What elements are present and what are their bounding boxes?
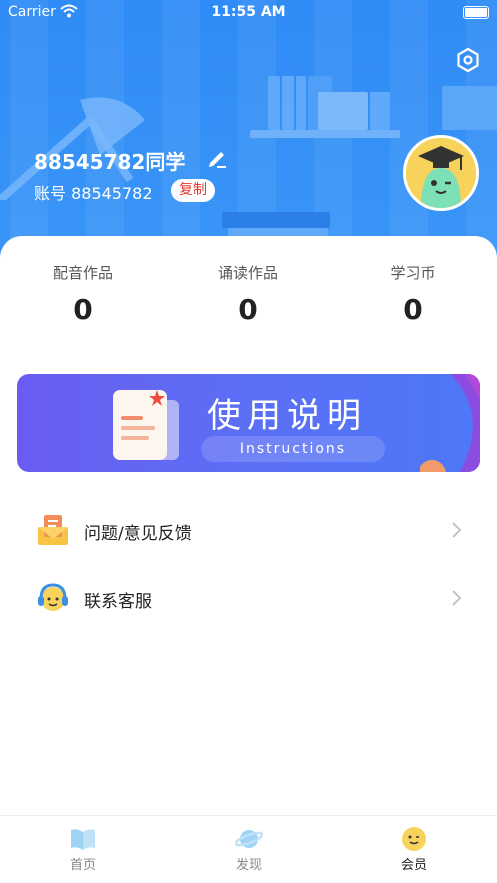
book-icon: [71, 829, 95, 850]
chevron-right-icon: [452, 590, 462, 606]
stat-value: 0: [73, 293, 93, 326]
instructions-banner[interactable]: 使用说明 Instructions: [17, 374, 480, 472]
menu-item-feedback[interactable]: 问题/意见反馈: [0, 500, 497, 560]
stat-label: 诵读作品: [217, 264, 278, 282]
banner-subtitle: Instructions: [201, 436, 385, 462]
status-bar: Carrier 11:55 AM: [0, 0, 497, 26]
tab-discover[interactable]: 发现: [209, 826, 289, 873]
battery-icon: [463, 6, 489, 19]
decor-book: [318, 92, 368, 130]
stat-study-coins[interactable]: 学习币 0: [353, 262, 473, 326]
decor-shelf: [250, 130, 400, 138]
username: 88545782同学: [34, 150, 186, 174]
bottom-tab-bar: 首页 发现 会员: [0, 815, 497, 883]
stat-dubbing-works[interactable]: 配音作品 0: [23, 262, 143, 326]
menu-item-customer-service[interactable]: 联系客服: [0, 568, 497, 628]
stat-value: 0: [403, 293, 423, 326]
tab-label: 发现: [235, 858, 262, 873]
copy-button[interactable]: 复制: [171, 179, 215, 202]
stat-label: 配音作品: [52, 264, 113, 282]
planet-icon: [235, 830, 263, 848]
mascot-avatar-icon: [406, 138, 476, 208]
avatar[interactable]: [403, 135, 479, 211]
stat-label: 学习币: [390, 264, 436, 282]
document-icon: [113, 390, 179, 460]
tab-label: 会员: [400, 858, 427, 873]
content-card: 配音作品 0 诵读作品 0 学习币 0 使用说明 Instructions 问题…: [0, 236, 497, 816]
decor-frame: [442, 86, 497, 130]
stat-reading-works[interactable]: 诵读作品 0: [188, 262, 308, 326]
decor-book: [370, 92, 390, 130]
smiley-icon: [402, 827, 426, 851]
headset-icon: [38, 583, 68, 611]
banner-wave-decor: [420, 374, 480, 472]
decor-book: [296, 76, 306, 130]
tab-member[interactable]: 会员: [374, 826, 454, 873]
status-time: 11:55 AM: [211, 4, 286, 20]
banner-title: 使用说明: [207, 396, 367, 436]
stat-value: 0: [238, 293, 258, 326]
settings-icon[interactable]: [455, 47, 481, 73]
chevron-right-icon: [452, 522, 462, 538]
decor-book: [222, 212, 330, 228]
decor-book: [282, 76, 294, 130]
menu-label: 联系客服: [84, 592, 152, 612]
edit-pencil-icon[interactable]: [206, 147, 228, 169]
mail-icon: [38, 515, 68, 545]
account-number: 账号 88545782: [34, 184, 153, 203]
menu-label: 问题/意见反馈: [84, 524, 192, 544]
tab-home[interactable]: 首页: [43, 826, 123, 873]
tab-label: 首页: [69, 858, 96, 873]
decor-book: [268, 76, 280, 130]
